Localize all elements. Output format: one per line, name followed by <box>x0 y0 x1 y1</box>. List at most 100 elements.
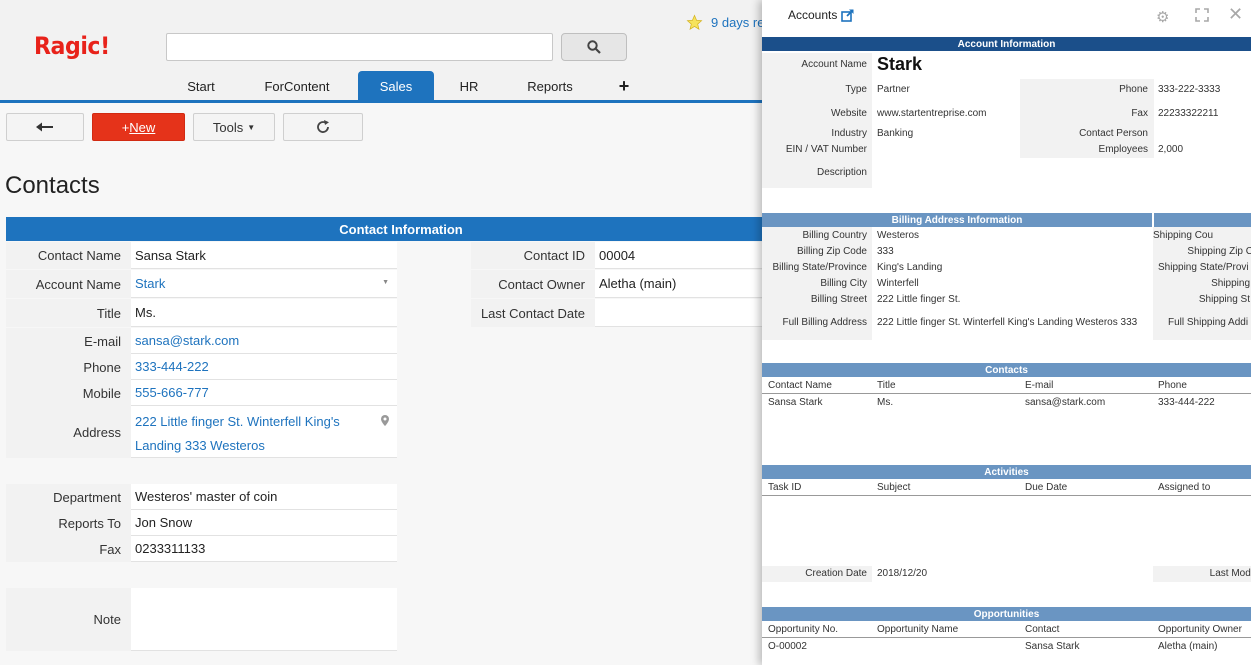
phone-value[interactable]: 333-222-3333 <box>1158 84 1220 95</box>
industry-value[interactable]: Banking <box>877 128 913 139</box>
section-title: Opportunities <box>973 608 1040 620</box>
column-header: Opportunity Owner <box>1158 624 1242 635</box>
section-title: Contacts <box>985 364 1028 376</box>
field-mobile: Mobile 555-666-777 <box>6 380 397 406</box>
tools-dropdown[interactable]: Tools ▼ <box>193 113 275 141</box>
account-name-text[interactable]: Stark <box>135 276 165 291</box>
email-link[interactable]: sansa@stark.com <box>131 328 397 354</box>
billing-zip-value[interactable]: 333 <box>877 246 894 257</box>
search-input[interactable] <box>166 33 553 61</box>
note-field[interactable] <box>131 588 397 651</box>
tools-label: Tools <box>212 119 244 135</box>
caret-down-icon[interactable]: ▼ <box>382 279 389 286</box>
field-value[interactable]: Aletha (main) <box>595 270 770 298</box>
new-button[interactable]: + New <box>92 113 185 141</box>
billing-street-value[interactable]: 222 Little finger St. <box>877 294 960 305</box>
employees-label: Employees <box>1098 144 1148 155</box>
phone-link[interactable]: 333-444-222 <box>131 354 397 380</box>
tab-forcontent[interactable]: ForContent <box>236 71 358 102</box>
address-link[interactable]: 222 Little finger St. Winterfell King's … <box>131 406 397 458</box>
gear-icon[interactable]: ⚙ <box>1156 8 1169 26</box>
back-button[interactable] <box>6 113 84 141</box>
address-line-1[interactable]: 222 Little finger St. Winterfell King's <box>135 410 397 434</box>
website-link[interactable]: www.startentreprise.com <box>877 108 986 119</box>
column-header: Due Date <box>1025 482 1068 493</box>
employees-value[interactable]: 2,000 <box>1158 144 1183 155</box>
field-label: Fax <box>6 536 131 562</box>
tab-reports[interactable]: Reports <box>504 71 596 102</box>
contact-person-label: Contact Person <box>1079 128 1148 139</box>
address-line-2[interactable]: Landing 333 Westeros <box>135 434 397 458</box>
opportunities-header: Opportunities <box>762 607 1251 621</box>
contact-row-name[interactable]: Sansa Stark <box>768 397 822 408</box>
billing-state-label: Billing State/Province <box>772 262 868 273</box>
billing-city-value[interactable]: Winterfell <box>877 278 919 289</box>
field-label: Contact Name <box>6 242 131 269</box>
field-label: Phone <box>6 354 131 380</box>
field-contact-id: Contact ID 00004 <box>471 242 770 269</box>
opportunity-row-no[interactable]: O-00002 <box>768 641 807 652</box>
field-address: Address 222 Little finger St. Winterfell… <box>6 406 397 458</box>
shipping-zip-label: Shipping Zip C <box>1187 246 1251 257</box>
field-note: Note <box>6 588 397 651</box>
opportunity-row-contact[interactable]: Sansa Stark <box>1025 641 1079 652</box>
fax-value[interactable]: 22233322211 <box>1158 108 1218 119</box>
field-label: Contact Owner <box>471 270 595 298</box>
plus-icon: + <box>618 76 630 96</box>
map-pin-icon[interactable] <box>381 415 389 426</box>
column-header: Opportunity Name <box>877 624 959 635</box>
shipping-state-label: Shipping State/Provi <box>1158 262 1249 273</box>
field-value[interactable]: Jon Snow <box>131 510 397 536</box>
field-value[interactable]: Sansa Stark <box>131 242 397 269</box>
new-prefix: + <box>121 119 130 135</box>
field-department: Department Westeros' master of coin <box>6 484 397 510</box>
ein-label: EIN / VAT Number <box>785 144 867 155</box>
field-label: Reports To <box>6 510 131 536</box>
field-label: Title <box>6 299 131 327</box>
billing-header: Billing Address Information <box>762 213 1152 227</box>
type-label: Type <box>845 84 867 95</box>
account-name-value[interactable]: Stark <box>877 54 922 75</box>
billing-country-value[interactable]: Westeros <box>877 230 919 241</box>
refresh-button[interactable] <box>283 113 363 141</box>
billing-state-value[interactable]: King's Landing <box>877 262 942 273</box>
tab-underline <box>0 100 770 103</box>
tab-hr[interactable]: HR <box>434 71 504 102</box>
arrow-left-icon <box>36 122 53 132</box>
add-tab-button[interactable]: + <box>596 71 652 102</box>
field-value[interactable] <box>595 299 770 327</box>
account-name-link[interactable]: Stark ▼ <box>131 270 397 298</box>
search-button[interactable] <box>561 33 627 61</box>
section-title: Billing Address Information <box>891 214 1023 226</box>
contact-row-email[interactable]: sansa@stark.com <box>1025 397 1105 408</box>
creation-date-label: Creation Date <box>805 568 867 579</box>
fax-label: Fax <box>1131 108 1148 119</box>
shipping-header <box>1154 213 1251 227</box>
field-label: E-mail <box>6 328 131 354</box>
field-label: Department <box>6 484 131 510</box>
column-header: Subject <box>877 482 911 493</box>
close-icon[interactable]: ✕ <box>1228 4 1243 25</box>
field-value[interactable]: Ms. <box>131 299 397 327</box>
fullscreen-icon[interactable] <box>1195 8 1209 26</box>
page-title: Contacts <box>5 172 100 199</box>
shipping-city-label: Shipping <box>1211 278 1250 289</box>
trial-notice[interactable]: 9 days re <box>686 14 764 31</box>
section-title: Account Information <box>957 38 1056 50</box>
field-value[interactable]: 00004 <box>595 242 770 269</box>
contact-info-header: Contact Information <box>6 217 796 241</box>
external-link-icon[interactable] <box>841 8 854 22</box>
field-value[interactable]: Westeros' master of coin <box>131 484 397 510</box>
tab-label: Reports <box>527 79 573 94</box>
type-value[interactable]: Partner <box>877 84 910 95</box>
tab-label: ForContent <box>264 79 330 94</box>
full-billing-value[interactable]: 222 Little finger St. Winterfell King's … <box>877 317 1137 328</box>
field-value[interactable]: 0233311133 <box>131 536 397 562</box>
activities-header: Activities <box>762 465 1251 479</box>
field-contact-name: Contact Name Sansa Stark <box>6 242 397 269</box>
ragic-logo[interactable]: Ragic! <box>34 32 110 60</box>
tab-sales[interactable]: Sales <box>358 71 434 102</box>
tab-start[interactable]: Start <box>166 71 236 102</box>
trial-text[interactable]: 9 days re <box>711 15 764 30</box>
mobile-link[interactable]: 555-666-777 <box>131 380 397 406</box>
